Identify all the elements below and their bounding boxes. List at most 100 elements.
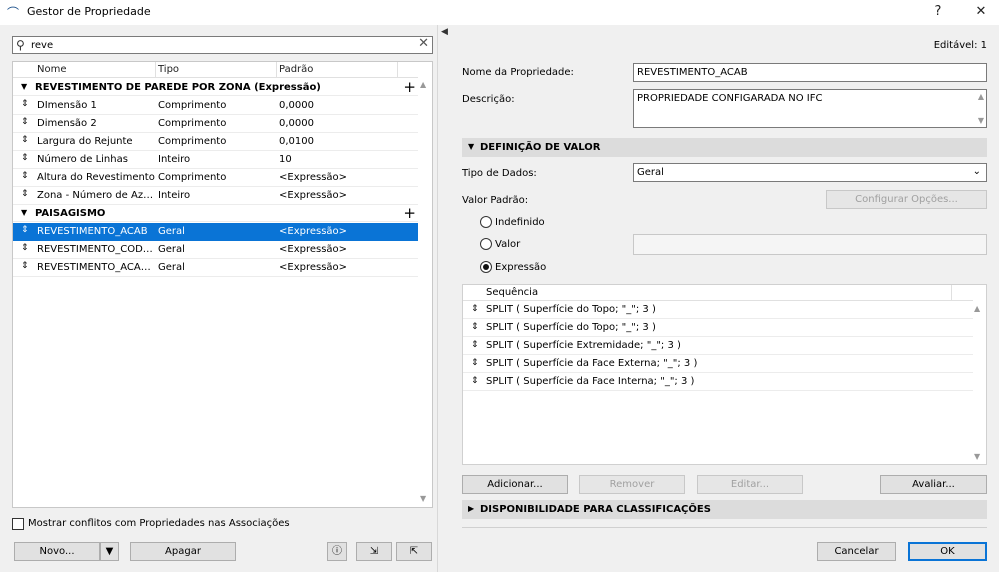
column-header-name[interactable]: Nome xyxy=(37,64,67,75)
table-row[interactable]: ⇕ Dimensão 2 Comprimento 0,0000 xyxy=(13,115,418,133)
expand-icon[interactable]: ▶ xyxy=(468,504,474,513)
description-field[interactable]: PROPRIEDADE CONFIGARADA NO IFC ▲ ▼ xyxy=(633,89,987,128)
info-button[interactable]: ⓘ xyxy=(327,542,347,561)
drag-handle-icon[interactable]: ⇕ xyxy=(21,225,29,235)
tree-scrollbar[interactable]: ▲ ▼ xyxy=(416,78,432,507)
cell-name: Dimensão 2 xyxy=(37,118,97,129)
value-definition-section[interactable]: ▼ DEFINIÇÃO DE VALOR xyxy=(462,138,987,157)
clear-search-icon[interactable]: ✕ xyxy=(418,36,429,51)
cell-default: 10 xyxy=(279,154,292,165)
drag-handle-icon[interactable]: ⇕ xyxy=(471,358,479,368)
table-row[interactable]: ⇕ Altura do Revestimento Comprimento <Ex… xyxy=(13,169,418,187)
property-details-panel: Editável: 1 Nome da Propriedade: REVESTI… xyxy=(451,25,999,572)
cell-default: 0,0100 xyxy=(279,136,314,147)
classification-availability-section[interactable]: ▶ DISPONIBILIDADE PARA CLASSIFICAÇÕES xyxy=(462,500,987,519)
scroll-down-icon[interactable]: ▼ xyxy=(974,452,980,461)
table-row-selected[interactable]: ⇕ REVESTIMENTO_ACAB Geral <Expressão> xyxy=(13,223,418,241)
value-input[interactable] xyxy=(633,234,987,255)
drag-handle-icon[interactable]: ⇕ xyxy=(471,304,479,314)
drag-handle-icon[interactable]: ⇕ xyxy=(21,243,29,253)
radio-undefined[interactable] xyxy=(480,216,492,228)
drag-handle-icon[interactable]: ⇕ xyxy=(21,261,29,271)
drag-handle-icon[interactable]: ⇕ xyxy=(21,99,29,109)
close-button[interactable]: ✕ xyxy=(966,2,996,22)
column-divider[interactable] xyxy=(951,285,952,301)
drag-handle-icon[interactable]: ⇕ xyxy=(471,322,479,332)
expression-text: SPLIT ( Superfície Extremidade; "_"; 3 ) xyxy=(486,340,681,351)
remove-button[interactable]: Remover xyxy=(579,475,685,494)
collapse-panel-icon[interactable]: ◀ xyxy=(441,27,448,37)
group-label: REVESTIMENTO DE PAREDE POR ZONA (Express… xyxy=(35,82,321,93)
search-box[interactable]: ⚲ ✕ xyxy=(12,36,433,54)
table-row[interactable]: ⇕ REVESTIMENTO_ACABA... Geral <Expressão… xyxy=(13,259,418,277)
scroll-up-icon[interactable]: ▲ xyxy=(974,304,980,313)
radio-expression[interactable] xyxy=(480,261,492,273)
group-row[interactable]: ▼ REVESTIMENTO DE PAREDE POR ZONA (Expre… xyxy=(13,78,418,96)
data-type-select[interactable]: Geral ⌄ xyxy=(633,163,987,182)
collapse-icon[interactable]: ▼ xyxy=(21,82,27,91)
show-conflicts-checkbox[interactable] xyxy=(12,518,24,530)
new-button[interactable]: Novo... xyxy=(14,542,100,561)
table-row[interactable]: ⇕ Número de Linhas Inteiro 10 xyxy=(13,151,418,169)
column-header-default[interactable]: Padrão xyxy=(279,64,313,75)
sequence-scrollbar[interactable]: ▲ ▼ xyxy=(970,301,986,464)
drag-handle-icon[interactable]: ⇕ xyxy=(21,171,29,181)
add-property-icon[interactable]: + xyxy=(403,78,416,96)
drag-handle-icon[interactable]: ⇕ xyxy=(471,340,479,350)
property-name-field[interactable]: REVESTIMENTO_ACAB xyxy=(633,63,987,82)
cell-type: Comprimento xyxy=(158,172,227,183)
group-row[interactable]: ▼ PAISAGISMO + xyxy=(13,204,418,222)
cell-name: Altura do Revestimento xyxy=(37,172,155,183)
radio-expression-label: Expressão xyxy=(495,262,547,273)
table-row[interactable]: ⇕ DImensão 1 Comprimento 0,0000 xyxy=(13,97,418,115)
delete-button[interactable]: Apagar xyxy=(130,542,236,561)
column-header-type[interactable]: Tipo xyxy=(158,64,179,75)
column-divider[interactable] xyxy=(155,62,156,78)
scroll-up-icon[interactable]: ▲ xyxy=(420,80,426,89)
import-button[interactable]: ⇲ xyxy=(356,542,392,561)
drag-handle-icon[interactable]: ⇕ xyxy=(21,117,29,127)
search-input[interactable] xyxy=(31,38,411,52)
scroll-up-icon[interactable]: ▲ xyxy=(978,92,984,101)
help-button[interactable]: ? xyxy=(923,2,953,22)
scroll-down-icon[interactable]: ▼ xyxy=(420,494,426,503)
add-button[interactable]: Adicionar... xyxy=(462,475,568,494)
drag-handle-icon[interactable]: ⇕ xyxy=(21,135,29,145)
app-icon: ⌒ xyxy=(7,6,20,20)
cell-default: <Expressão> xyxy=(279,262,348,273)
chevron-down-icon: ▼ xyxy=(105,546,114,557)
sequence-row[interactable]: ⇕ SPLIT ( Superfície do Topo; "_"; 3 ) xyxy=(463,301,973,319)
expression-text: SPLIT ( Superfície do Topo; "_"; 3 ) xyxy=(486,322,656,333)
configure-options-button[interactable]: Configurar Opções... xyxy=(826,190,987,209)
new-dropdown-button[interactable]: ▼ xyxy=(100,542,119,561)
drag-handle-icon[interactable]: ⇕ xyxy=(471,376,479,386)
collapse-icon[interactable]: ▼ xyxy=(468,142,474,151)
scroll-down-icon[interactable]: ▼ xyxy=(978,116,984,125)
sequence-row[interactable]: ⇕ SPLIT ( Superfície do Topo; "_"; 3 ) xyxy=(463,319,973,337)
column-divider[interactable] xyxy=(276,62,277,78)
evaluate-button[interactable]: Avaliar... xyxy=(880,475,987,494)
cancel-button[interactable]: Cancelar xyxy=(817,542,896,561)
property-name-label: Nome da Propriedade: xyxy=(462,67,574,78)
collapse-icon[interactable]: ▼ xyxy=(21,208,27,217)
add-property-icon[interactable]: + xyxy=(403,204,416,222)
export-button[interactable]: ⇱ xyxy=(396,542,432,561)
sequence-row[interactable]: ⇕ SPLIT ( Superfície da Face Interna; "_… xyxy=(463,373,973,391)
edit-button[interactable]: Editar... xyxy=(697,475,803,494)
table-row[interactable]: ⇕ Zona - Número de Azul... Inteiro <Expr… xyxy=(13,187,418,205)
cell-name: REVESTIMENTO_ACAB xyxy=(37,226,148,237)
panel-splitter[interactable]: ◀ xyxy=(437,25,451,572)
column-divider[interactable] xyxy=(397,62,398,78)
cell-default: <Expressão> xyxy=(279,172,348,183)
sequence-row[interactable]: ⇕ SPLIT ( Superfície Extremidade; "_"; 3… xyxy=(463,337,973,355)
drag-handle-icon[interactable]: ⇕ xyxy=(21,189,29,199)
ok-button[interactable]: OK xyxy=(908,542,987,561)
drag-handle-icon[interactable]: ⇕ xyxy=(21,153,29,163)
table-row[interactable]: ⇕ REVESTIMENTO_CODIGO Geral <Expressão> xyxy=(13,241,418,259)
table-row[interactable]: ⇕ Largura do Rejunte Comprimento 0,0100 xyxy=(13,133,418,151)
description-label: Descrição: xyxy=(462,94,515,105)
data-type-value: Geral xyxy=(637,167,664,178)
cell-name: Número de Linhas xyxy=(37,154,128,165)
radio-value[interactable] xyxy=(480,238,492,250)
sequence-row[interactable]: ⇕ SPLIT ( Superfície da Face Externa; "_… xyxy=(463,355,973,373)
